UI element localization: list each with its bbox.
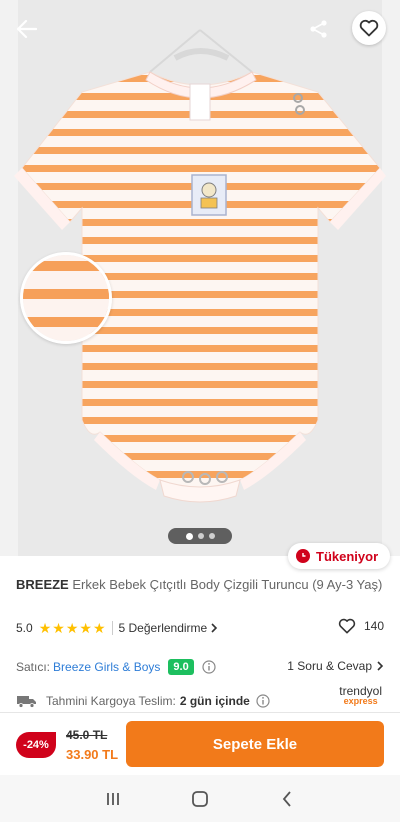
heart-icon bbox=[338, 618, 356, 634]
system-nav-bar bbox=[0, 775, 400, 822]
star-icon: ★ bbox=[52, 620, 65, 636]
current-price: 33.90 TL bbox=[66, 747, 119, 762]
home-button[interactable] bbox=[185, 784, 215, 814]
product-title: BREEZE Erkek Bebek Çıtçıtlı Body Çizgili… bbox=[16, 576, 388, 593]
trendyol-express-logo: trendyol express bbox=[339, 684, 382, 706]
rating-stars: ★ ★ ★ ★ ★ bbox=[39, 621, 106, 635]
share-icon bbox=[310, 20, 327, 38]
purchase-bar: -24% 45.0 TL 33.90 TL Sepete Ekle bbox=[0, 713, 400, 775]
chevron-right-icon bbox=[211, 623, 218, 633]
recent-apps-button[interactable] bbox=[98, 784, 128, 814]
shipping-row: Tahmini Kargoya Teslim: 2 gün içinde tre… bbox=[16, 685, 384, 712]
add-to-cart-button[interactable]: Sepete Ekle bbox=[126, 721, 384, 767]
fabric-detail-thumbnail[interactable] bbox=[20, 252, 112, 344]
clock-icon bbox=[296, 549, 310, 563]
discount-badge: -24% bbox=[16, 732, 56, 758]
qa-link[interactable]: 1 Soru & Cevap bbox=[287, 659, 384, 673]
rating-value: 5.0 bbox=[16, 621, 33, 635]
divider bbox=[111, 621, 113, 635]
pager-dot-3[interactable] bbox=[208, 533, 215, 539]
star-icon: ★ bbox=[38, 620, 52, 636]
truck-icon bbox=[17, 696, 36, 708]
chevron-left-icon bbox=[282, 790, 291, 807]
old-price: 45.0 TL bbox=[66, 728, 108, 742]
product-brand[interactable]: BREEZE bbox=[16, 577, 69, 592]
recent-apps-icon bbox=[107, 792, 120, 805]
image-pager[interactable] bbox=[168, 528, 232, 544]
star-icon: ★ bbox=[92, 620, 106, 636]
reviews-label: 5 Değerlendirme bbox=[118, 621, 208, 635]
star-icon: ★ bbox=[65, 620, 79, 636]
pager-dot-2[interactable] bbox=[197, 533, 204, 539]
qa-label: 1 Soru & Cevap bbox=[287, 659, 372, 673]
system-back-button[interactable] bbox=[272, 784, 302, 814]
reviews-link[interactable]: 5 Değerlendirme bbox=[119, 621, 219, 635]
rating-row: 5.0 ★ ★ ★ ★ ★ 5 Değerlendirme 140 bbox=[16, 618, 384, 637]
logo-line-1: trendyol bbox=[339, 684, 382, 698]
back-button[interactable] bbox=[10, 12, 44, 46]
seller-name-link[interactable]: Breeze Girls & Boys bbox=[53, 660, 160, 674]
stock-badge-label: Tükeniyor bbox=[316, 548, 379, 564]
seller-label: Satıcı: bbox=[16, 660, 51, 674]
seller-row: Satıcı: Breeze Girls & Boys 9.0 1 Soru &… bbox=[16, 657, 384, 677]
star-icon: ★ bbox=[79, 620, 92, 636]
shipping-label: Tahmini Kargoya Teslim: bbox=[46, 694, 176, 708]
heart-icon bbox=[359, 19, 379, 37]
favorite-count-value: 140 bbox=[363, 619, 384, 633]
shipping-days: 2 gün içinde bbox=[179, 694, 250, 708]
seller-score-badge: 9.0 bbox=[168, 659, 194, 675]
logo-line-2: express bbox=[343, 696, 378, 706]
info-icon[interactable] bbox=[202, 660, 216, 674]
product-name: Erkek Bebek Çıtçıtlı Body Çizgili Turunc… bbox=[72, 577, 383, 592]
favorite-count[interactable]: 140 bbox=[338, 618, 384, 634]
stock-badge: Tükeniyor bbox=[288, 543, 391, 569]
chevron-right-icon bbox=[377, 661, 384, 671]
share-button[interactable] bbox=[302, 12, 336, 46]
favorite-button[interactable] bbox=[352, 11, 386, 45]
product-image-gallery[interactable] bbox=[0, 0, 400, 556]
arrow-left-icon bbox=[17, 20, 37, 38]
pager-dot-1[interactable] bbox=[185, 532, 193, 540]
home-icon bbox=[192, 790, 208, 807]
info-icon[interactable] bbox=[256, 694, 270, 708]
